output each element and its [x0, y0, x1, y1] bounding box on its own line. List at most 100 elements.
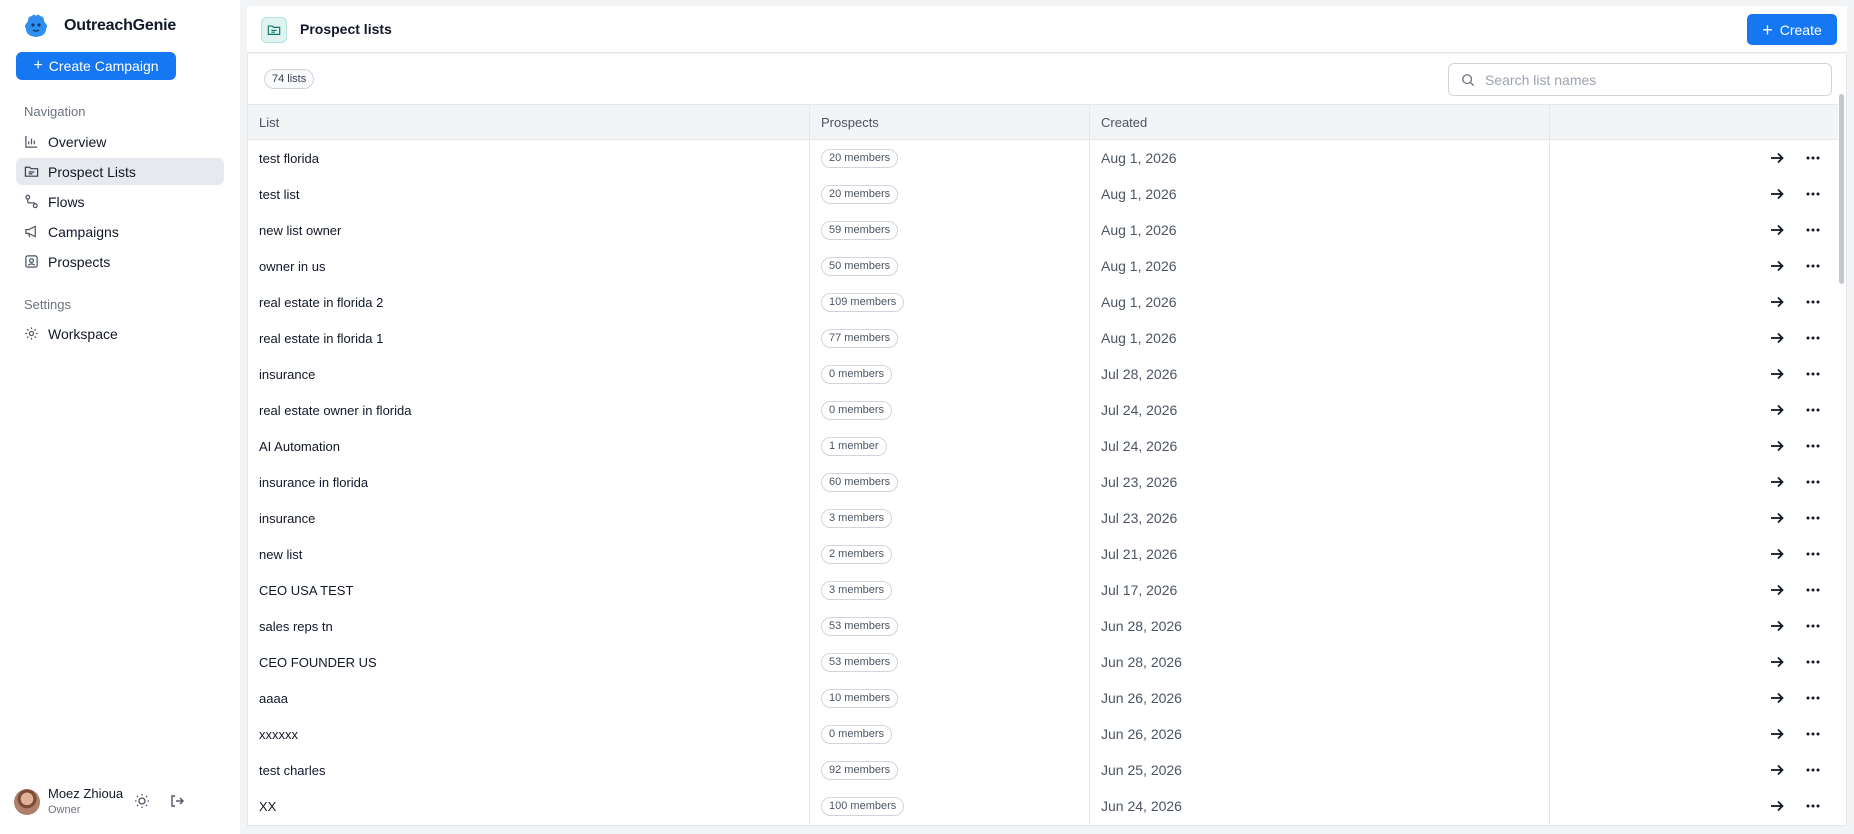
sidebar-item-flows[interactable]: Flows — [16, 188, 224, 215]
more-options-icon[interactable] — [1803, 580, 1823, 600]
table-row[interactable]: real estate owner in florida 0 members Jul… — [248, 392, 1838, 428]
arrow-right-icon[interactable] — [1767, 220, 1787, 240]
table-row[interactable]: test charles 92 members Jun 25, 2026 — [248, 752, 1838, 788]
search-box[interactable] — [1448, 63, 1832, 96]
column-header-prospects[interactable]: Prospects — [810, 105, 1090, 139]
list-name[interactable]: real estate in florida 2 — [248, 284, 810, 320]
list-name[interactable]: XX — [248, 788, 810, 824]
list-name[interactable]: test list — [248, 176, 810, 212]
list-name[interactable]: owner in us — [248, 248, 810, 284]
create-button[interactable]: + Create — [1747, 14, 1837, 45]
arrow-right-icon[interactable] — [1767, 328, 1787, 348]
list-name[interactable]: insurance — [248, 500, 810, 536]
list-name[interactable]: insurance — [248, 356, 810, 392]
more-options-icon[interactable] — [1803, 688, 1823, 708]
sun-icon[interactable] — [134, 793, 150, 809]
more-options-icon[interactable] — [1803, 292, 1823, 312]
column-header-list[interactable]: List — [248, 105, 810, 139]
arrow-right-icon[interactable] — [1767, 292, 1787, 312]
list-name[interactable]: test charles — [248, 752, 810, 788]
arrow-right-icon[interactable] — [1767, 472, 1787, 492]
arrow-right-icon[interactable] — [1767, 148, 1787, 168]
list-name[interactable]: AI Automation — [248, 428, 810, 464]
arrow-right-icon[interactable] — [1767, 724, 1787, 744]
table-row[interactable]: CEO FOUNDER US 53 members Jun 28, 2026 — [248, 644, 1838, 680]
arrow-right-icon[interactable] — [1767, 544, 1787, 564]
table-row[interactable]: CEO USA TEST 3 members Jul 17, 2026 — [248, 572, 1838, 608]
arrow-right-icon[interactable] — [1767, 184, 1787, 204]
table-row[interactable]: real estate in florida 2 109 members Aug 1… — [248, 284, 1838, 320]
sidebar-item-campaigns[interactable]: Campaigns — [16, 218, 224, 245]
list-name[interactable]: sales reps tn — [248, 608, 810, 644]
table-row[interactable]: owner in us 50 members Aug 1, 2026 — [248, 248, 1838, 284]
arrow-right-icon[interactable] — [1767, 796, 1787, 816]
table-row[interactable]: aaaa 10 members Jun 26, 2026 — [248, 680, 1838, 716]
list-name[interactable]: test florida — [248, 140, 810, 176]
more-options-icon[interactable] — [1803, 760, 1823, 780]
more-options-icon[interactable] — [1803, 400, 1823, 420]
more-options-icon[interactable] — [1803, 256, 1823, 276]
table-row[interactable]: test florida 20 members Aug 1, 2026 — [248, 140, 1838, 176]
list-name[interactable]: real estate owner in florida — [248, 392, 810, 428]
more-options-icon[interactable] — [1803, 184, 1823, 204]
table-row[interactable]: insurance 3 members Jul 23, 2026 — [248, 500, 1838, 536]
arrow-right-icon[interactable] — [1767, 616, 1787, 636]
search-input[interactable] — [1485, 71, 1805, 88]
table-row[interactable]: new list 2 members Jul 21, 2026 — [248, 536, 1838, 572]
more-options-icon[interactable] — [1803, 148, 1823, 168]
sidebar-item-prospects[interactable]: Prospects — [16, 248, 224, 275]
more-options-icon[interactable] — [1803, 652, 1823, 672]
more-options-icon[interactable] — [1803, 508, 1823, 528]
arrow-right-icon[interactable] — [1767, 436, 1787, 456]
list-name[interactable]: CEO USA TEST — [248, 572, 810, 608]
user-profile[interactable]: Moez Zhioua Owner — [14, 786, 123, 818]
sidebar-item-workspace[interactable]: Workspace — [16, 320, 224, 347]
scrollbar[interactable] — [1839, 94, 1844, 284]
brand[interactable]: OutreachGenie — [22, 12, 176, 40]
more-options-icon[interactable] — [1803, 796, 1823, 816]
more-options-icon[interactable] — [1803, 328, 1823, 348]
list-name[interactable]: insurance in florida — [248, 464, 810, 500]
table-row[interactable]: sales reps tn 53 members Jun 28, 2026 — [248, 608, 1838, 644]
sidebar-item-overview[interactable]: Overview — [16, 128, 224, 155]
member-count-badge: 10 members — [821, 688, 899, 708]
arrow-right-icon[interactable] — [1767, 400, 1787, 420]
arrow-right-icon[interactable] — [1767, 760, 1787, 780]
table-row[interactable]: new list owner 59 members Aug 1, 2026 — [248, 212, 1838, 248]
table-row[interactable]: real estate in florida 1 77 members Aug 1,… — [248, 320, 1838, 356]
table-row[interactable]: XX 100 members Jun 24, 2026 — [248, 788, 1838, 824]
arrow-right-icon[interactable] — [1767, 688, 1787, 708]
create-campaign-button[interactable]: + Create Campaign — [16, 52, 176, 80]
list-name[interactable]: xxxxxx — [248, 716, 810, 752]
arrow-right-icon[interactable] — [1767, 364, 1787, 384]
arrow-right-icon[interactable] — [1767, 508, 1787, 528]
list-name[interactable]: new list — [248, 536, 810, 572]
sidebar-item-prospect-lists[interactable]: Prospect Lists — [16, 158, 224, 185]
list-name[interactable]: CEO FOUNDER US — [248, 644, 810, 680]
plus-icon: + — [1762, 19, 1773, 40]
row-actions — [1550, 680, 1838, 716]
logout-icon[interactable] — [169, 793, 185, 809]
list-name[interactable]: aaaa — [248, 680, 810, 716]
more-options-icon[interactable] — [1803, 724, 1823, 744]
more-options-icon[interactable] — [1803, 544, 1823, 564]
row-actions — [1550, 176, 1838, 212]
prospect-lists-table: List Prospects Created test florida 20 me… — [248, 104, 1838, 824]
more-options-icon[interactable] — [1803, 220, 1823, 240]
list-name[interactable]: new list owner — [248, 212, 810, 248]
arrow-right-icon[interactable] — [1767, 580, 1787, 600]
more-options-icon[interactable] — [1803, 616, 1823, 636]
more-options-icon[interactable] — [1803, 364, 1823, 384]
arrow-right-icon[interactable] — [1767, 652, 1787, 672]
more-options-icon[interactable] — [1803, 436, 1823, 456]
table-row[interactable]: AI Automation 1 member Jul 24, 2026 — [248, 428, 1838, 464]
list-name[interactable]: real estate in florida 1 — [248, 320, 810, 356]
table-row[interactable]: insurance in florida 60 members Jul 23, 20… — [248, 464, 1838, 500]
table-row[interactable]: xxxxxx 0 members Jun 26, 2026 — [248, 716, 1838, 752]
table-row[interactable]: test list 20 members Aug 1, 2026 — [248, 176, 1838, 212]
more-options-icon[interactable] — [1803, 472, 1823, 492]
arrow-right-icon[interactable] — [1767, 256, 1787, 276]
table-row[interactable]: insurance 0 members Jul 28, 2026 — [248, 356, 1838, 392]
member-count-badge: 77 members — [821, 328, 899, 348]
column-header-created[interactable]: Created — [1090, 105, 1550, 139]
